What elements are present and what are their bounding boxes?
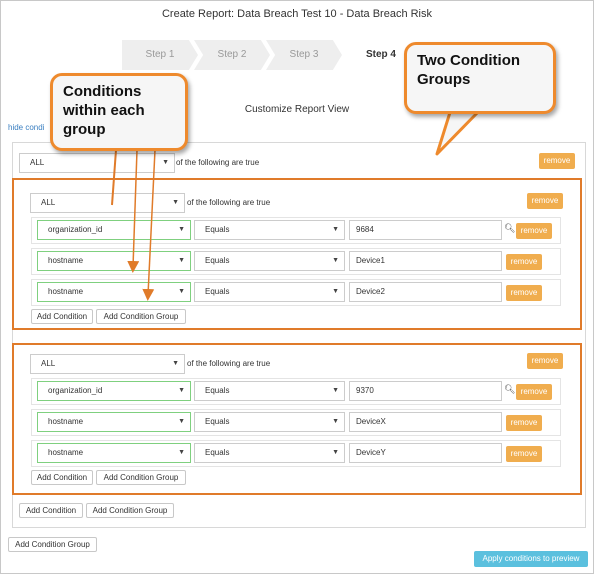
operator-select[interactable]: Equals ▼	[194, 220, 345, 240]
chevron-down-icon: ▼	[178, 449, 185, 456]
add-condition-group-button[interactable]: Add Condition Group	[96, 309, 186, 324]
row-remove-button[interactable]: remove	[506, 254, 542, 270]
field-select[interactable]: hostname ▼	[37, 412, 191, 432]
group2-following-label: of the following are true	[187, 359, 271, 368]
group1-match-select[interactable]: ALL ▼	[30, 193, 185, 213]
chevron-down-icon: ▼	[178, 387, 185, 394]
add-condition-button[interactable]: Add Condition	[31, 309, 93, 324]
chevron-down-icon: ▼	[172, 360, 179, 367]
row-remove-button[interactable]: remove	[516, 384, 552, 400]
chevron-down-icon: ▼	[332, 449, 339, 456]
chevron-down-icon: ▼	[332, 288, 339, 295]
field-select[interactable]: hostname ▼	[37, 282, 191, 302]
chevron-down-icon: ▼	[332, 418, 339, 425]
operator-select[interactable]: Equals ▼	[194, 282, 345, 302]
group2-match-value: ALL	[41, 359, 56, 368]
group2-remove-button[interactable]: remove	[527, 353, 563, 369]
step-wizard: Step 1 Step 2 Step 3 Step 4	[122, 40, 452, 70]
value-input[interactable]: 9370	[349, 381, 502, 401]
add-condition-button[interactable]: Add Condition	[31, 470, 93, 485]
outer-add-condition-button[interactable]: Add Condition	[19, 503, 83, 518]
chevron-down-icon: ▼	[332, 257, 339, 264]
group1-remove-button[interactable]: remove	[527, 193, 563, 209]
field-select[interactable]: organization_id ▼	[37, 381, 191, 401]
operator-select[interactable]: Equals ▼	[194, 251, 345, 271]
operator-select[interactable]: Equals ▼	[194, 412, 345, 432]
operator-select[interactable]: Equals ▼	[194, 443, 345, 463]
field-value: hostname	[48, 448, 84, 457]
chevron-down-icon: ▼	[162, 159, 169, 166]
operator-select[interactable]: Equals ▼	[194, 381, 345, 401]
chevron-down-icon: ▼	[178, 288, 185, 295]
row-remove-button[interactable]: remove	[506, 285, 542, 301]
conditions-callout: Conditions within each group	[50, 73, 188, 151]
field-select[interactable]: organization_id ▼	[37, 220, 191, 240]
row-remove-button[interactable]: remove	[506, 446, 542, 462]
outer-match-select[interactable]: ALL ▼	[19, 153, 175, 173]
chevron-down-icon: ▼	[178, 257, 185, 264]
step-1[interactable]: Step 1	[122, 40, 198, 70]
operator-value: Equals	[205, 256, 230, 265]
page-title: Create Report: Data Breach Test 10 - Dat…	[161, 8, 433, 20]
group1-following-label: of the following are true	[187, 198, 271, 207]
operator-value: Equals	[205, 287, 230, 296]
field-value: hostname	[48, 256, 84, 265]
outer-following-label: of the following are true	[176, 158, 260, 167]
field-select[interactable]: hostname ▼	[37, 443, 191, 463]
chevron-down-icon: ▼	[332, 387, 339, 394]
field-value: hostname	[48, 287, 84, 296]
outer-remove-button[interactable]: remove	[539, 153, 575, 169]
field-select[interactable]: hostname ▼	[37, 251, 191, 271]
group2-match-select[interactable]: ALL ▼	[30, 354, 185, 374]
row-remove-button[interactable]: remove	[506, 415, 542, 431]
value-input[interactable]: DeviceY	[349, 443, 502, 463]
group1-match-value: ALL	[41, 198, 56, 207]
value-input[interactable]: DeviceX	[349, 412, 502, 432]
operator-value: Equals	[205, 417, 230, 426]
apply-conditions-button[interactable]: Apply conditions to preview	[474, 551, 588, 567]
chevron-down-icon: ▼	[332, 226, 339, 233]
groups-callout: Two Condition Groups	[404, 42, 556, 114]
hide-conditions-link[interactable]: hide condi	[8, 123, 44, 132]
field-value: organization_id	[48, 386, 103, 395]
field-value: hostname	[48, 417, 84, 426]
operator-value: Equals	[205, 225, 230, 234]
operator-value: Equals	[205, 448, 230, 457]
value-input[interactable]: 9684	[349, 220, 502, 240]
value-input[interactable]: Device2	[349, 282, 502, 302]
chevron-down-icon: ▼	[172, 199, 179, 206]
add-condition-group-button[interactable]: Add Condition Group	[8, 537, 97, 552]
outer-add-condition-group-button[interactable]: Add Condition Group	[86, 503, 174, 518]
step-3[interactable]: Step 3	[266, 40, 342, 70]
search-icon[interactable]: 🔍︎	[504, 384, 515, 395]
outer-match-value: ALL	[30, 158, 45, 167]
field-value: organization_id	[48, 225, 103, 234]
operator-value: Equals	[205, 386, 230, 395]
row-remove-button[interactable]: remove	[516, 223, 552, 239]
chevron-down-icon: ▼	[178, 418, 185, 425]
add-condition-group-button[interactable]: Add Condition Group	[96, 470, 186, 485]
value-input[interactable]: Device1	[349, 251, 502, 271]
step-2[interactable]: Step 2	[194, 40, 270, 70]
search-icon[interactable]: 🔍︎	[504, 223, 515, 234]
chevron-down-icon: ▼	[178, 226, 185, 233]
